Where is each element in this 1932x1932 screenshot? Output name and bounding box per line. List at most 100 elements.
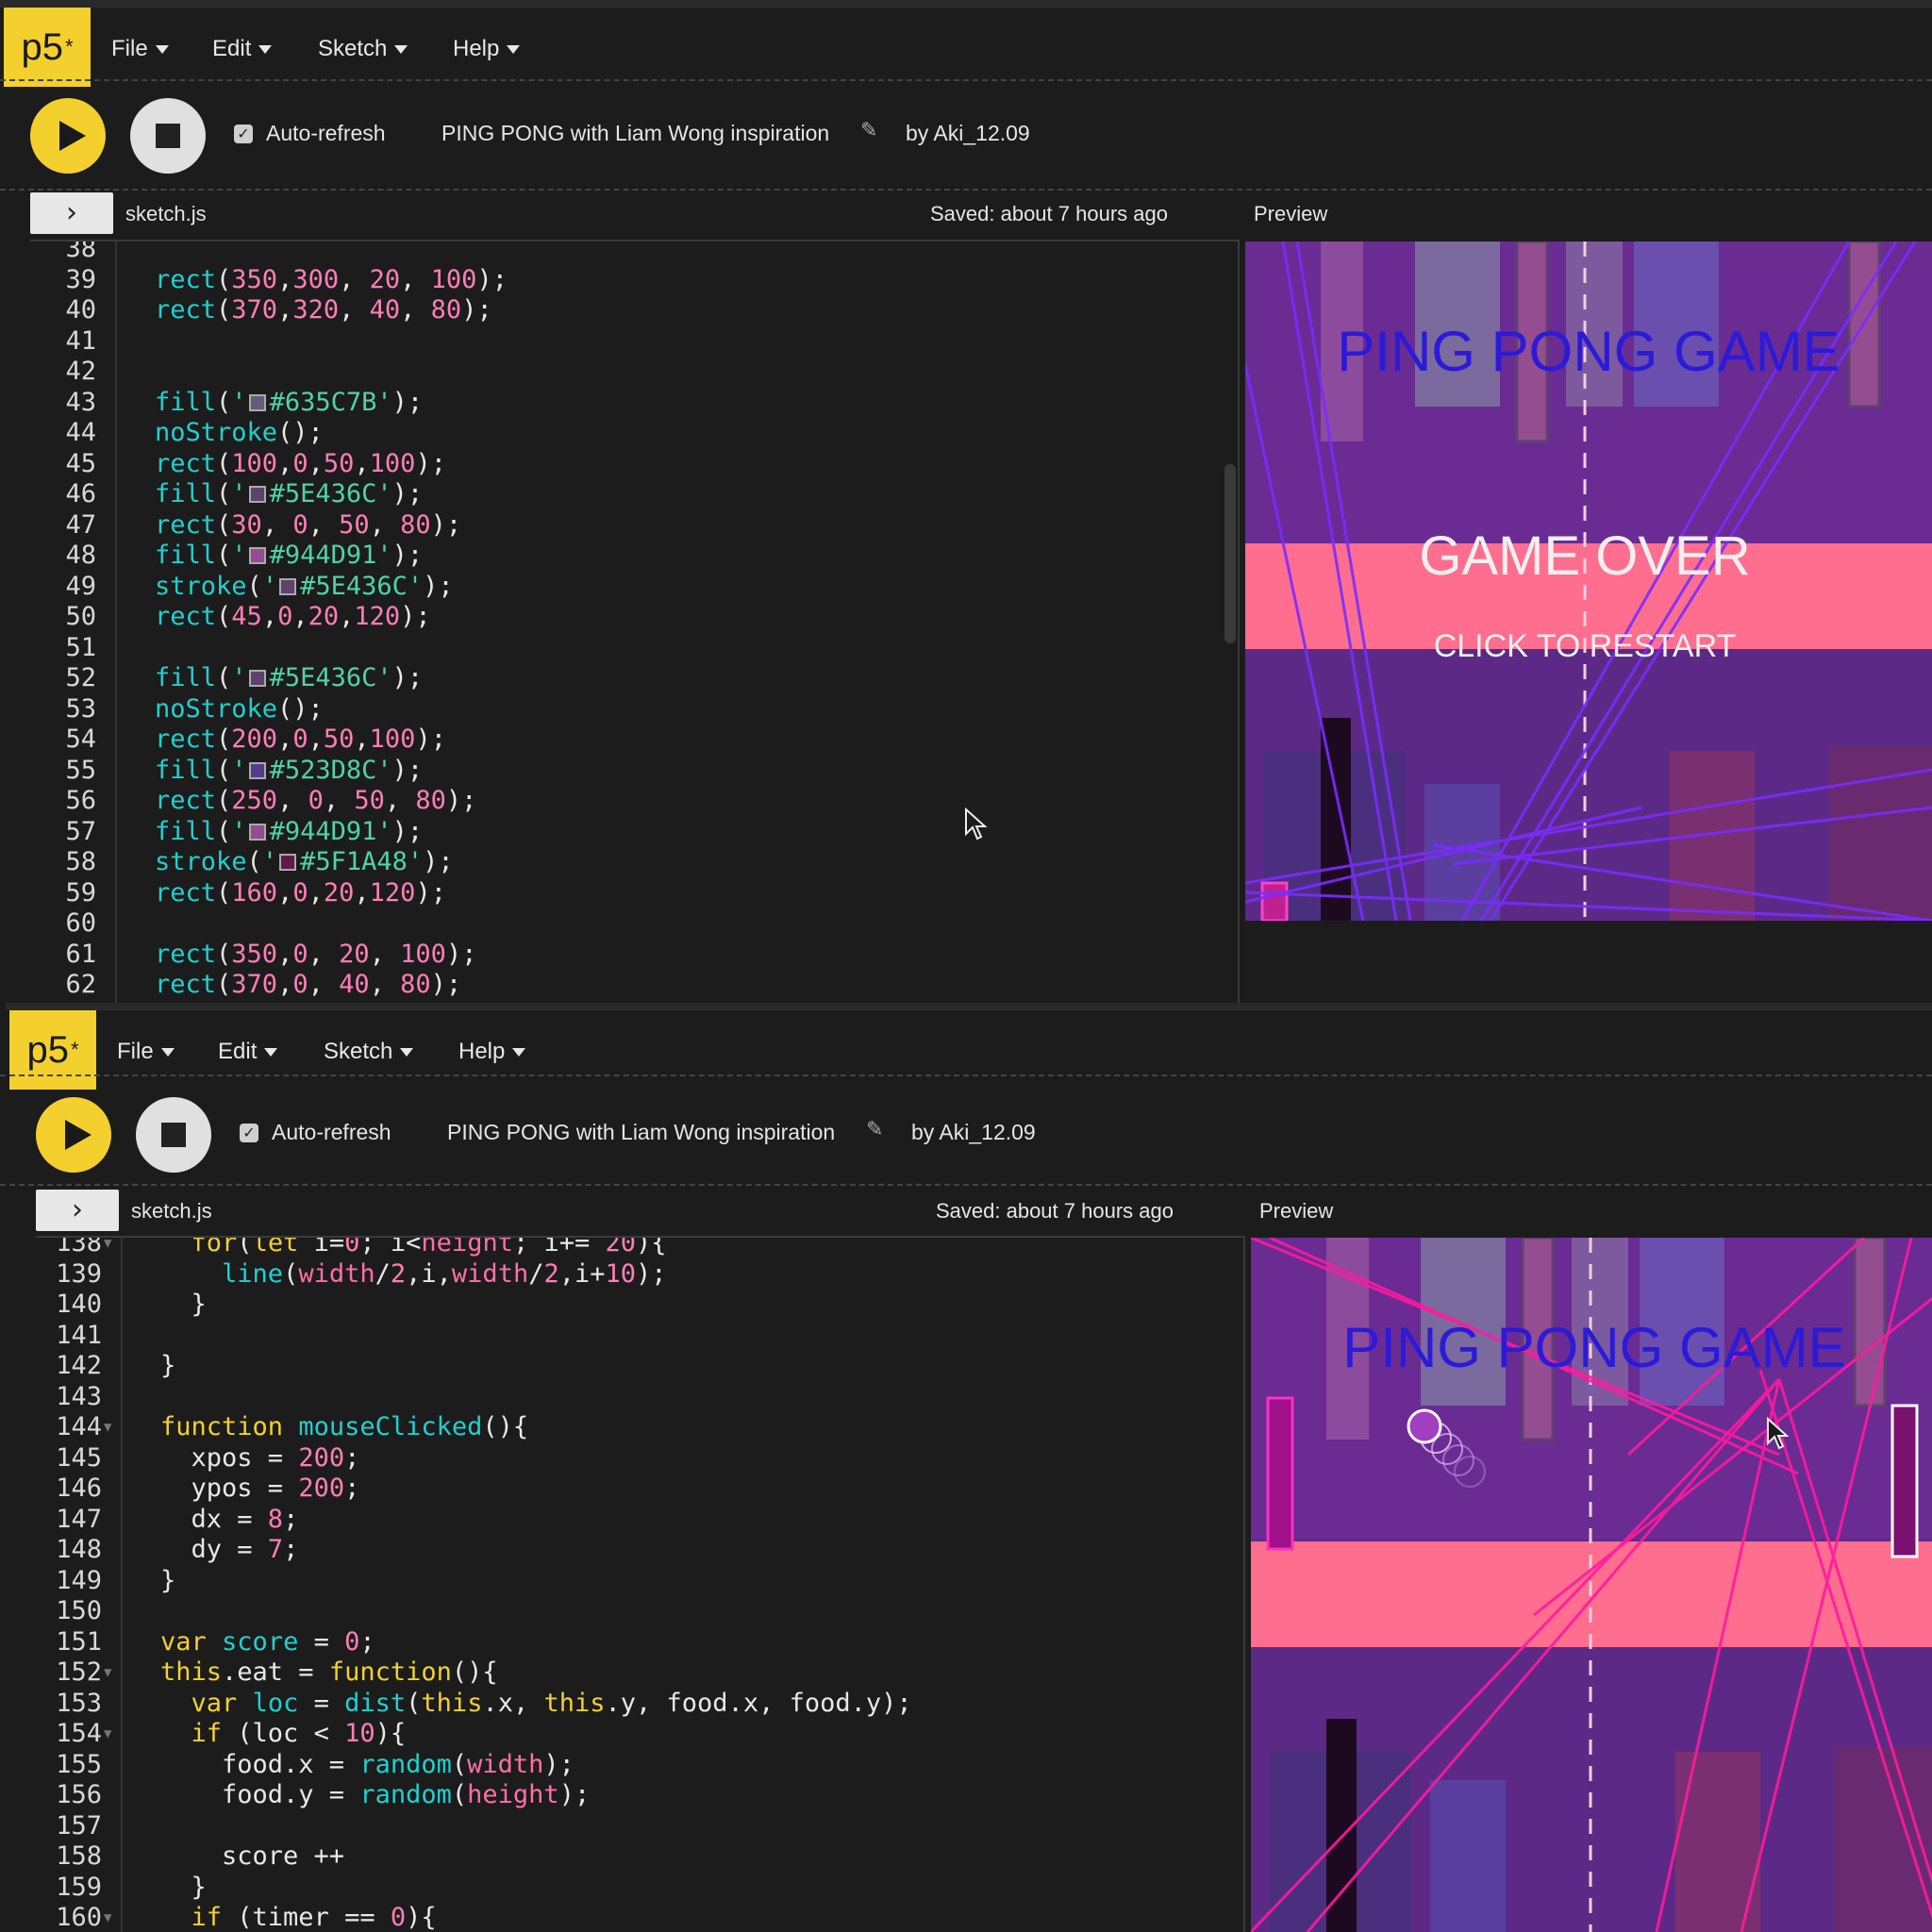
code-text[interactable]: } — [160, 1290, 207, 1321]
code-line[interactable]: 46 fill(' #5E436C'); — [30, 479, 1238, 510]
code-line[interactable]: 155 food.x = random(width); — [36, 1750, 1243, 1781]
fold-arrow-icon[interactable]: ▼ — [104, 1903, 111, 1932]
code-text[interactable]: fill(' #5E436C'); — [155, 663, 423, 694]
code-text[interactable]: } — [160, 1873, 207, 1904]
code-text[interactable]: var loc = dist(this.x, this.y, food.x, f… — [160, 1689, 912, 1720]
code-line[interactable]: 52 fill(' #5E436C'); — [30, 663, 1238, 694]
pencil-icon[interactable]: ✎ — [866, 1118, 883, 1141]
code-line[interactable]: 138 ▼ for(let i=0; i<height; i+= 20){ — [36, 1238, 1243, 1259]
code-line[interactable]: 59 rect(160,0,20,120); — [30, 878, 1238, 909]
auto-refresh-checkbox[interactable]: ✓ — [234, 125, 253, 143]
code-editor[interactable]: 38 39 rect(350,300, 20, 100); 40 rect(370,32… — [30, 240, 1240, 1003]
code-line[interactable]: 159 } — [36, 1873, 1243, 1904]
code-line[interactable]: 53 noStroke(); — [30, 694, 1238, 725]
click-to-restart-text[interactable]: CLICK TO RESTART — [1245, 628, 1924, 665]
code-lines[interactable]: 38 39 rect(350,300, 20, 100); 40 rect(370,32… — [30, 242, 1238, 1001]
code-line[interactable]: 61 rect(350,0, 20, 100); — [30, 940, 1238, 971]
stop-button[interactable] — [136, 1097, 211, 1173]
author-byline[interactable]: by Aki_12.09 — [906, 121, 1030, 146]
code-line[interactable]: 40 rect(370,320, 40, 80); — [30, 295, 1238, 326]
author-byline[interactable]: by Aki_12.09 — [911, 1120, 1036, 1145]
code-text[interactable]: ypos = 200; — [160, 1474, 360, 1505]
code-line[interactable]: 55 fill(' #523D8C'); — [30, 756, 1238, 787]
fold-arrow-icon[interactable]: ▼ — [104, 1412, 111, 1443]
code-line[interactable]: 142} — [36, 1351, 1243, 1382]
code-text[interactable]: fill(' #523D8C'); — [155, 756, 423, 787]
code-text[interactable]: if (loc < 10){ — [160, 1719, 407, 1750]
code-line[interactable]: 140 } — [36, 1290, 1243, 1321]
code-text[interactable]: function mouseClicked(){ — [160, 1412, 528, 1443]
code-line[interactable]: 157 — [36, 1811, 1243, 1842]
code-text[interactable]: rect(160,0,20,120); — [155, 878, 446, 909]
code-text[interactable]: for(let i=0; i<height; i+= 20){ — [160, 1238, 667, 1259]
file-name[interactable]: sketch.js — [125, 202, 207, 226]
code-line[interactable]: 156 food.y = random(height); — [36, 1780, 1243, 1811]
code-text[interactable]: fill(' #5E436C'); — [155, 479, 423, 510]
code-editor[interactable]: 138 ▼ for(let i=0; i<height; i+= 20){139 … — [36, 1236, 1245, 1932]
chevron-right-icon[interactable]: › — [30, 192, 113, 234]
code-text[interactable]: xpos = 200; — [160, 1443, 360, 1474]
auto-refresh-checkbox[interactable]: ✓ — [240, 1124, 258, 1142]
code-text[interactable]: line(width/2,i,width/2,i+10); — [160, 1259, 667, 1291]
code-line[interactable]: 38 — [30, 242, 1238, 265]
fold-arrow-icon[interactable]: ▼ — [104, 1657, 111, 1689]
p5-logo[interactable]: p5 * — [4, 8, 91, 87]
code-line[interactable]: 147 dx = 8; — [36, 1505, 1243, 1536]
code-text[interactable]: fill(' #635C7B'); — [155, 388, 423, 419]
menu-edit[interactable]: Edit — [218, 1039, 278, 1065]
p5-logo[interactable]: p5 * — [9, 1010, 96, 1090]
menu-sketch[interactable]: Sketch — [324, 1039, 414, 1065]
code-text[interactable]: } — [160, 1566, 175, 1597]
code-line[interactable]: 41 — [30, 326, 1238, 358]
scrollbar[interactable] — [1224, 464, 1236, 643]
code-line[interactable]: 151 var score = 0; — [36, 1627, 1243, 1658]
code-line[interactable]: 149} — [36, 1566, 1243, 1597]
code-line[interactable]: 48 fill(' #944D91'); — [30, 541, 1238, 572]
code-line[interactable]: 57 fill(' #944D91'); — [30, 817, 1238, 848]
code-text[interactable]: rect(45,0,20,120); — [155, 602, 431, 633]
code-line[interactable]: 150 — [36, 1596, 1243, 1627]
file-name[interactable]: sketch.js — [131, 1199, 212, 1224]
code-text[interactable]: dy = 7; — [160, 1535, 299, 1566]
play-button[interactable] — [30, 98, 106, 174]
code-lines[interactable]: 138 ▼ for(let i=0; i<height; i+= 20){139 … — [36, 1238, 1243, 1932]
code-line[interactable]: 148 dy = 7; — [36, 1535, 1243, 1566]
code-text[interactable]: stroke(' #5F1A48'); — [155, 847, 454, 878]
preview-canvas[interactable]: PING PONG GAME — [1251, 1238, 1932, 1932]
code-line[interactable]: 62 rect(370,0, 40, 80); — [30, 970, 1238, 1001]
code-line[interactable]: 50 rect(45,0,20,120); — [30, 602, 1238, 633]
code-line[interactable]: 154 ▼ if (loc < 10){ — [36, 1719, 1243, 1750]
code-text[interactable]: rect(100,0,50,100); — [155, 449, 446, 480]
project-title[interactable]: PING PONG with Liam Wong inspiration — [441, 121, 829, 146]
code-line[interactable]: 158 score ++ — [36, 1841, 1243, 1873]
pencil-icon[interactable]: ✎ — [860, 119, 877, 142]
fold-arrow-icon[interactable]: ▼ — [104, 1238, 111, 1259]
code-line[interactable]: 152 ▼ this.eat = function(){ — [36, 1657, 1243, 1689]
project-title[interactable]: PING PONG with Liam Wong inspiration — [447, 1120, 835, 1145]
code-text[interactable]: rect(350,0, 20, 100); — [155, 940, 476, 971]
code-text[interactable]: rect(30, 0, 50, 80); — [155, 510, 461, 541]
code-line[interactable]: 39 rect(350,300, 20, 100); — [30, 265, 1238, 296]
code-line[interactable]: 139 line(width/2,i,width/2,i+10); — [36, 1259, 1243, 1291]
code-line[interactable]: 145 xpos = 200; — [36, 1443, 1243, 1474]
code-line[interactable]: 49 stroke(' #5E436C'); — [30, 572, 1238, 603]
fold-arrow-icon[interactable]: ▼ — [104, 1719, 111, 1750]
code-text[interactable]: this.eat = function(){ — [160, 1657, 498, 1689]
code-text[interactable]: score ++ — [160, 1841, 344, 1873]
code-text[interactable]: noStroke(); — [155, 694, 324, 725]
menu-file[interactable]: File — [111, 36, 169, 62]
code-text[interactable]: rect(350,300, 20, 100); — [155, 265, 508, 296]
code-line[interactable]: 47 rect(30, 0, 50, 80); — [30, 510, 1238, 541]
code-line[interactable]: 51 — [30, 633, 1238, 664]
play-button[interactable] — [36, 1097, 111, 1173]
menu-help[interactable]: Help — [458, 1039, 526, 1065]
code-line[interactable]: 44 noStroke(); — [30, 418, 1238, 449]
code-text[interactable]: rect(370,320, 40, 80); — [155, 295, 492, 326]
code-text[interactable]: rect(370,0, 40, 80); — [155, 970, 461, 1001]
code-text[interactable]: if (timer == 0){ — [160, 1903, 437, 1932]
code-line[interactable]: 153 var loc = dist(this.x, this.y, food.… — [36, 1689, 1243, 1720]
code-text[interactable]: dx = 8; — [160, 1505, 299, 1536]
code-line[interactable]: 54 rect(200,0,50,100); — [30, 724, 1238, 756]
code-line[interactable]: 160 ▼ if (timer == 0){ — [36, 1903, 1243, 1932]
code-text[interactable]: food.y = random(height); — [160, 1780, 590, 1811]
